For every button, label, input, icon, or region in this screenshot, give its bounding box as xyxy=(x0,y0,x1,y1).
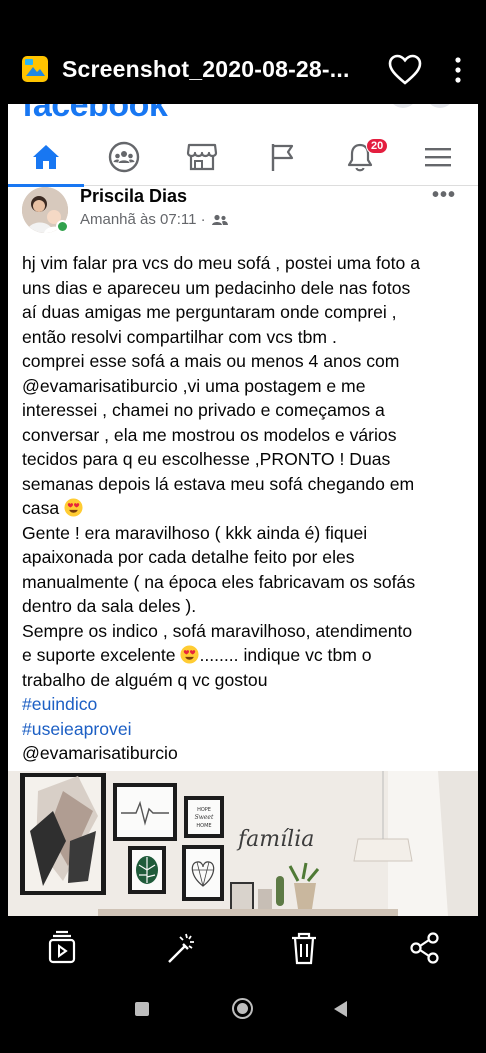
post-line: semanas depois lá estava meu sofá chegan… xyxy=(22,473,415,494)
nav-menu[interactable] xyxy=(400,128,476,186)
slideshow-icon[interactable] xyxy=(45,930,79,966)
gallery-icon xyxy=(22,56,48,82)
screenshot-title: Screenshot_2020-08-28-... xyxy=(62,56,350,82)
post-time[interactable]: Amanhã às 07:11 · xyxy=(80,211,206,228)
post-line: Gente ! era maravilhoso ( kkk ainda é) f… xyxy=(22,522,368,543)
post-header: Priscila Dias Amanhã às 07:11 · ••• xyxy=(8,184,478,234)
more-vertical-icon[interactable] xyxy=(450,55,466,85)
frame-text: HOME xyxy=(196,823,211,829)
marketplace-icon xyxy=(186,143,218,171)
nav-groups[interactable] xyxy=(86,128,162,186)
post-line: tecidos para q eu escolhesse ,PRONTO ! D… xyxy=(22,449,391,469)
post-line: uns dias e apareceu um pedacinho dele na… xyxy=(22,277,411,298)
post-line: @evamarisatiburcio ,vi uma postagem e me xyxy=(22,375,366,396)
post-line: apaixonada por cada detalhe feito por el… xyxy=(22,547,355,567)
post-line: Sempre os indico , sofá maravilhoso, ate… xyxy=(22,620,413,641)
post-line: e suporte excelente ........ indique vc … xyxy=(22,643,472,668)
nav-home[interactable] xyxy=(8,128,84,187)
post-line: hj vim falar pra vcs do meu sofá , poste… xyxy=(22,253,420,273)
frame-text: HOPE xyxy=(197,807,211,813)
screenshot-content: facebook 20 Priscila Dias Amanhã às 07:1… xyxy=(8,104,478,916)
facebook-nav-bar: 20 xyxy=(8,128,478,187)
post-line: manualmente ( na época eles fabricavam o… xyxy=(22,571,416,592)
home-button[interactable] xyxy=(232,998,253,1019)
recent-apps-button[interactable] xyxy=(135,1002,149,1016)
pages-flag-icon xyxy=(271,144,294,171)
facebook-logo: facebook xyxy=(22,104,168,124)
back-button[interactable] xyxy=(334,1001,347,1017)
post-line: trabalho de alguém q vc gostou xyxy=(22,669,268,690)
post-photo[interactable]: HOPE Sweet HOME família xyxy=(8,771,478,916)
online-status-dot xyxy=(56,220,69,233)
hashtag-link[interactable]: #euindico xyxy=(22,692,472,717)
share-icon[interactable] xyxy=(408,930,442,966)
system-navigation-bar xyxy=(0,986,486,1053)
nav-pages[interactable] xyxy=(244,128,320,186)
menu-icon xyxy=(425,148,451,167)
post-line: interessei , chamei no privado e começam… xyxy=(22,400,385,420)
mention-text: @evamarisatiburcio xyxy=(22,743,178,763)
nav-notifications[interactable]: 20 xyxy=(322,128,398,186)
viewer-actions-bar xyxy=(0,916,486,986)
friends-audience-icon xyxy=(211,214,228,225)
post-line: então resolvi compartilhar com vcs tbm . xyxy=(22,326,337,347)
hashtag-link[interactable]: #useieaprovei xyxy=(22,717,472,742)
home-icon xyxy=(33,145,59,169)
post-meta: Amanhã às 07:11 · xyxy=(80,211,228,228)
post-options-button[interactable]: ••• xyxy=(432,184,456,207)
post-body: hj vim falar pra vcs do meu sofá , poste… xyxy=(22,251,472,766)
post-line: aí duas amigas me perguntaram onde compr… xyxy=(22,302,397,322)
post-line: conversar , ela me mostrou os modelos e … xyxy=(22,424,397,445)
delete-trash-icon[interactable] xyxy=(287,930,321,966)
nav-marketplace[interactable] xyxy=(164,128,240,186)
post-line: comprei esse sofá a mais ou menos 4 anos… xyxy=(22,351,400,371)
heart-eyes-emoji-icon xyxy=(64,498,83,517)
frame-text: Sweet xyxy=(195,814,214,821)
groups-icon xyxy=(108,141,140,173)
post-line-text: casa xyxy=(22,498,60,518)
wall-script-text: família xyxy=(236,827,314,852)
notifications-badge: 20 xyxy=(366,138,389,154)
post-line-text: ........ indique vc tbm o xyxy=(199,645,372,665)
post-line: casa xyxy=(22,496,472,521)
post-line: dentro da sala deles ). xyxy=(22,596,197,616)
room-photo: HOPE Sweet HOME família xyxy=(8,771,478,916)
header-actions-cut xyxy=(393,104,450,108)
heart-eyes-emoji-icon xyxy=(180,645,199,664)
post-line-text: e suporte excelente xyxy=(22,645,181,665)
edit-wand-icon[interactable] xyxy=(164,930,198,966)
heart-icon[interactable] xyxy=(388,54,422,86)
viewer-top-bar: Screenshot_2020-08-28-... xyxy=(0,0,486,104)
post-author[interactable]: Priscila Dias xyxy=(80,186,187,207)
